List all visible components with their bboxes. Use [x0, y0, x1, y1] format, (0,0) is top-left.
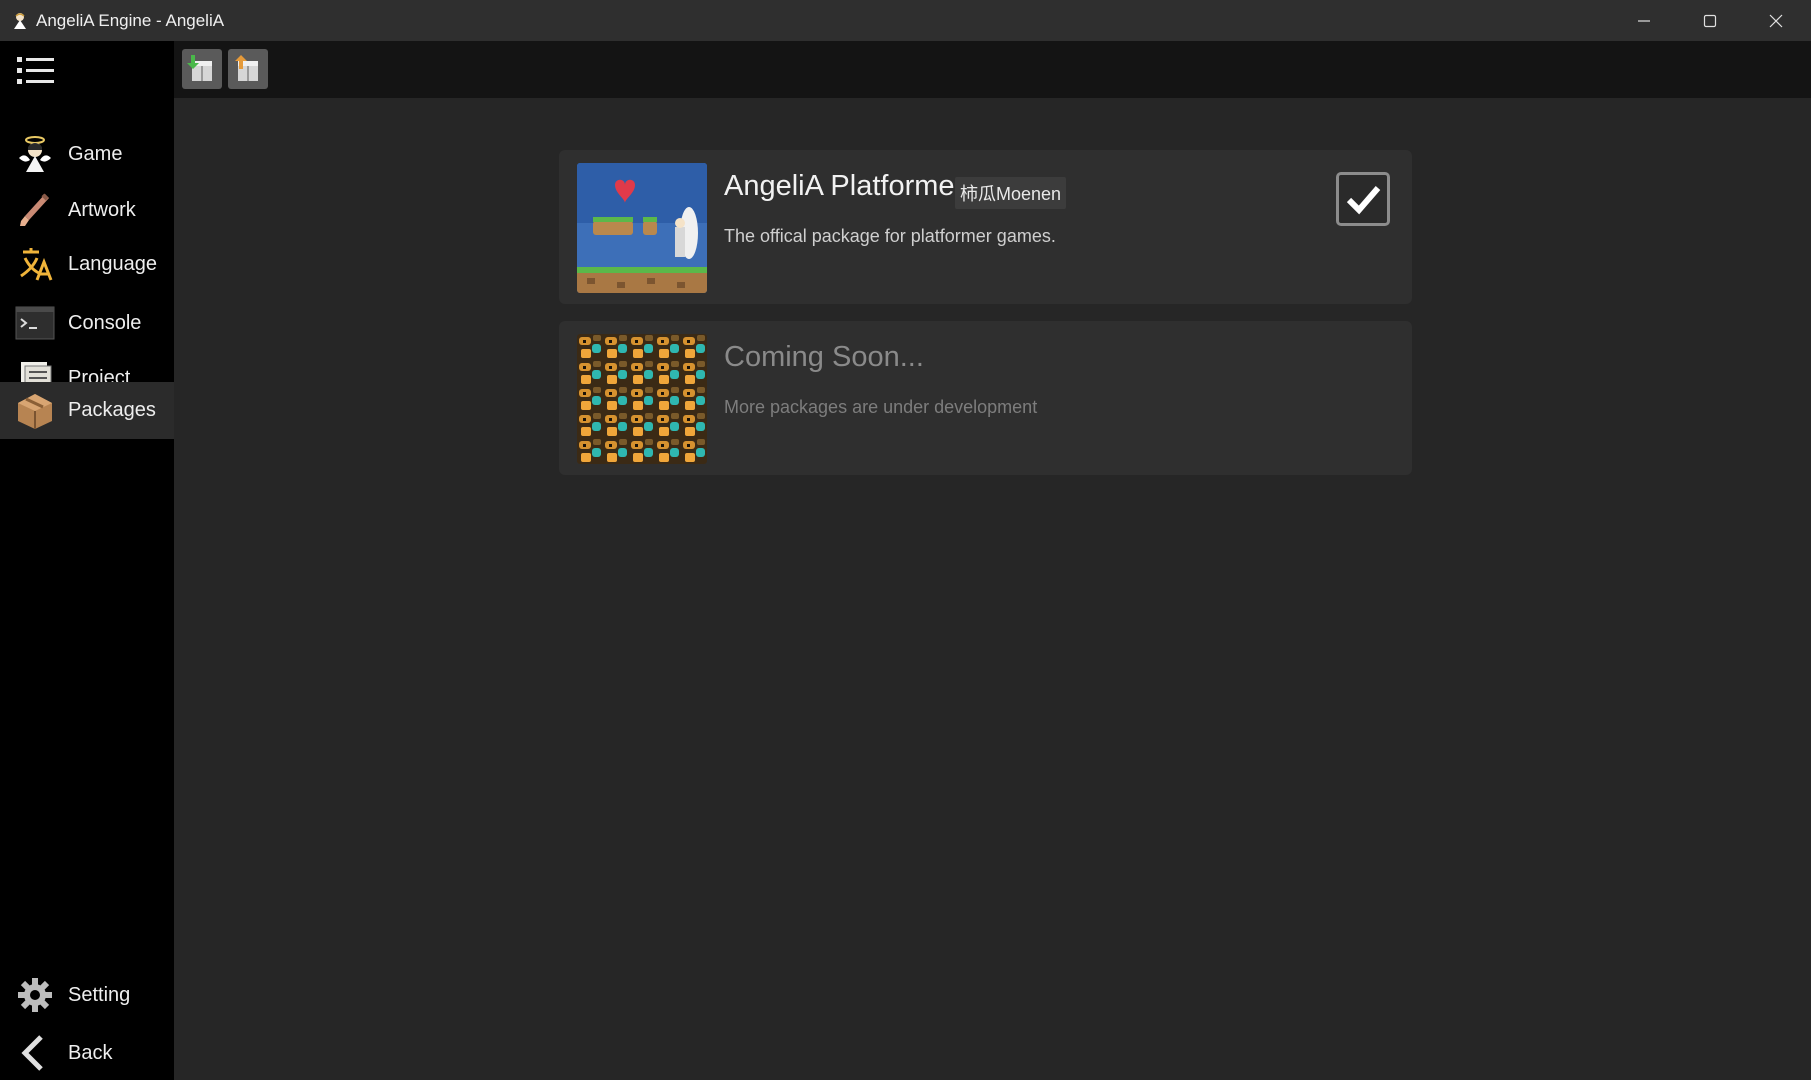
back-arrow-icon [15, 1033, 55, 1073]
app-window: AngeliA Engine - AngeliA Game Artwork La… [0, 0, 1811, 1080]
package-card: Coming Soon... More packages are under d… [559, 321, 1412, 475]
sidebar-item-label: Console [68, 311, 142, 334]
package-description: The offical package for platformer games… [724, 226, 1056, 246]
maximize-icon [1703, 14, 1717, 27]
maximize-button[interactable] [1677, 0, 1743, 41]
title-bar: AngeliA Engine - AngeliA [0, 0, 1811, 41]
export-package-icon [235, 55, 258, 81]
terminal-icon [15, 303, 55, 343]
language-icon [15, 244, 55, 284]
checkmark-icon [1346, 186, 1381, 215]
package-box-icon [15, 391, 55, 431]
package-description: More packages are under development [724, 397, 1038, 417]
sidebar-item-label: Back [68, 1041, 113, 1064]
package-thumbnail [577, 334, 707, 464]
angel-character-icon [15, 134, 55, 174]
sidebar-item-label: Game [68, 142, 123, 165]
package-installed-checkbox[interactable] [1336, 172, 1390, 226]
sidebar-item-label: Artwork [68, 198, 136, 221]
minimize-icon [1638, 19, 1650, 22]
sidebar-item-back[interactable]: Back [0, 1025, 174, 1080]
paintbrush-icon [15, 190, 55, 230]
import-package-icon [187, 55, 212, 81]
package-author-badge: 柿瓜Moenen [955, 177, 1067, 209]
sidebar-item-setting[interactable]: Setting [0, 967, 174, 1023]
hamburger-menu-icon[interactable] [17, 56, 55, 86]
export-package-button[interactable] [228, 49, 268, 89]
sidebar-item-label: Packages [68, 399, 156, 421]
app-logo-icon [11, 12, 29, 30]
close-button[interactable] [1743, 0, 1809, 41]
packages-panel: AngeliA Platformer 柿瓜Moenen The offical … [174, 98, 1811, 1080]
import-package-button[interactable] [182, 49, 222, 89]
sidebar-item-console[interactable]: Console [0, 295, 174, 351]
package-thumbnail [577, 163, 707, 293]
minimize-button[interactable] [1611, 0, 1677, 41]
package-card[interactable]: AngeliA Platformer 柿瓜Moenen The offical … [559, 150, 1412, 304]
sidebar-item-packages[interactable]: Packages [0, 382, 174, 439]
sidebar-item-artwork[interactable]: Artwork [0, 182, 174, 238]
sidebar-item-game[interactable]: Game [0, 126, 174, 182]
sidebar-item-label: Language [68, 252, 157, 275]
toolbar [174, 41, 1811, 98]
sidebar-item-language[interactable]: Language [0, 236, 174, 292]
package-name: AngeliA Platformer [724, 170, 965, 202]
close-icon [1769, 14, 1783, 27]
sidebar: Game Artwork Language Console Project Pa… [0, 41, 174, 1080]
sidebar-item-label: Setting [68, 983, 131, 1006]
gear-icon [15, 975, 55, 1015]
package-name: Coming Soon... [724, 341, 924, 373]
window-title: AngeliA Engine - AngeliA [36, 10, 225, 30]
